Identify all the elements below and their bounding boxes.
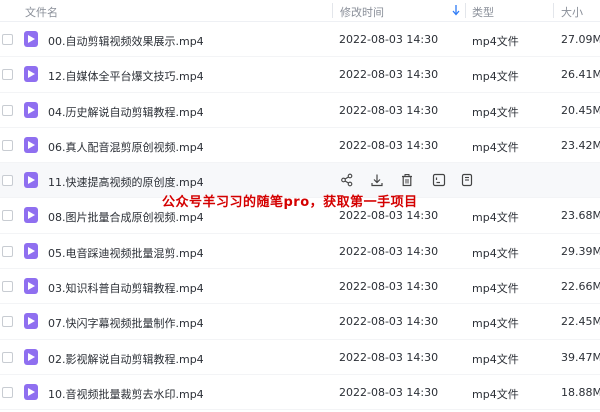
file-type: mp4文件	[472, 211, 519, 225]
file-name[interactable]: 12.自媒体全平台爆文技巧.mp4	[48, 68, 204, 84]
file-name[interactable]: 02.影视解说自动剪辑教程.mp4	[48, 351, 204, 367]
video-file-icon	[24, 278, 38, 295]
file-size: 20.45M	[561, 103, 600, 117]
video-file-icon	[24, 101, 38, 118]
file-modified-time: 2022-08-03 14:30	[339, 385, 439, 399]
file-modified-time: 2022-08-03 14:30	[339, 280, 439, 294]
file-row[interactable]: 05.电音踩迪视频批量混剪.mp4 2022-08-03 14:30 mp4文件 29…	[0, 234, 600, 270]
file-row[interactable]: 03.知识科普自动剪辑教程.mp4 2022-08-03 14:30 mp4文件 22…	[0, 269, 600, 305]
file-size: 29.39M	[561, 244, 600, 258]
video-file-icon	[24, 348, 38, 365]
file-row[interactable]: 06.真人配音混剪原创视频.mp4 2022-08-03 14:30 mp4文件 23…	[0, 128, 600, 164]
file-modified-time: 2022-08-03 14:30	[339, 315, 439, 329]
file-name[interactable]: 00.自动剪辑视频效果展示.mp4	[48, 33, 204, 49]
column-header-name[interactable]: 文件名	[25, 4, 58, 20]
row-checkbox[interactable]	[2, 316, 13, 328]
file-row[interactable]: 02.影视解说自动剪辑教程.mp4 2022-08-03 14:30 mp4文件 39…	[0, 340, 600, 375]
file-modified-time: 2022-08-03 14:30	[339, 33, 439, 46]
video-file-icon	[24, 136, 38, 153]
file-name[interactable]: 04.历史解说自动剪辑教程.mp4	[48, 104, 204, 120]
file-name[interactable]: 11.快速提高视频的原创度.mp4	[48, 174, 204, 190]
file-size: 23.42M	[561, 138, 600, 152]
column-divider	[332, 3, 333, 18]
file-row[interactable]: 04.历史解说自动剪辑教程.mp4 2022-08-03 14:30 mp4文件 20…	[0, 93, 600, 128]
sort-descending-icon[interactable]	[451, 3, 461, 17]
row-checkbox[interactable]	[2, 281, 13, 293]
file-size: 22.66M	[561, 280, 600, 294]
file-name[interactable]: 03.知识科普自动剪辑教程.mp4	[48, 280, 204, 296]
file-size: 22.45M	[561, 315, 600, 329]
column-header-type[interactable]: 类型	[472, 4, 494, 20]
file-size: 23.68M	[561, 209, 600, 223]
file-row[interactable]: 07.快闪字幕视频批量制作.mp4 2022-08-03 14:30 mp4文件 22…	[0, 304, 600, 340]
file-row[interactable]: 12.自媒体全平台爆文技巧.mp4 2022-08-03 14:30 mp4文件 26…	[0, 57, 600, 93]
column-divider	[553, 3, 554, 18]
copy-icon[interactable]	[460, 173, 474, 187]
file-modified-time: 2022-08-03 14:30	[339, 138, 439, 152]
file-modified-time: 2022-08-03 14:30	[339, 68, 439, 82]
file-size: 27.09M	[561, 33, 600, 46]
video-file-icon	[24, 313, 38, 330]
file-type: mp4文件	[472, 246, 519, 260]
watermark-overlay: 公众号羊习习的随笔pro，获取第一手项目	[162, 195, 418, 210]
file-size: 18.88M	[561, 385, 600, 399]
column-header-size[interactable]: 大小	[561, 4, 583, 20]
row-checkbox[interactable]	[2, 34, 13, 45]
file-row[interactable]: 10.音视频批量裁剪去水印.mp4 2022-08-03 14:30 mp4文件 18…	[0, 375, 600, 411]
file-modified-time: 2022-08-03 14:30	[339, 103, 439, 117]
video-file-icon	[24, 172, 38, 189]
row-checkbox[interactable]	[2, 104, 13, 116]
file-size: 26.41M	[561, 68, 600, 82]
file-type: mp4文件	[472, 352, 519, 366]
file-name[interactable]: 06.真人配音混剪原创视频.mp4	[48, 139, 204, 155]
column-header-time[interactable]: 修改时间	[340, 4, 384, 20]
file-size: 39.47M	[561, 350, 600, 364]
file-name[interactable]: 10.音视频批量裁剪去水印.mp4	[48, 386, 204, 402]
row-checkbox[interactable]	[2, 139, 13, 151]
row-checkbox[interactable]	[2, 69, 13, 81]
file-type: mp4文件	[472, 140, 519, 154]
file-list-header: 文件名 修改时间 类型 大小	[0, 0, 600, 22]
row-checkbox[interactable]	[2, 175, 13, 187]
file-type: mp4文件	[472, 105, 519, 119]
row-checkbox[interactable]	[2, 351, 13, 363]
rename-icon[interactable]	[432, 173, 446, 187]
file-name[interactable]: 08.图片批量合成原创视频.mp4	[48, 209, 204, 225]
file-list: 00.自动剪辑视频效果展示.mp4 2022-08-03 14:30 mp4文件 27…	[0, 22, 600, 411]
download-icon[interactable]	[370, 173, 384, 187]
video-file-icon	[24, 242, 38, 259]
file-type: mp4文件	[472, 70, 519, 84]
file-modified-time: 2022-08-03 14:30	[339, 350, 439, 364]
file-name[interactable]: 07.快闪字幕视频批量制作.mp4	[48, 315, 204, 331]
file-type: mp4文件	[472, 387, 519, 401]
file-name[interactable]: 05.电音踩迪视频批量混剪.mp4	[48, 245, 204, 261]
row-checkbox[interactable]	[2, 210, 13, 222]
file-row[interactable]: 00.自动剪辑视频效果展示.mp4 2022-08-03 14:30 mp4文件 27…	[0, 22, 600, 58]
file-type: mp4文件	[472, 317, 519, 331]
video-file-icon	[24, 31, 38, 47]
row-checkbox[interactable]	[2, 245, 13, 257]
file-modified-time: 2022-08-03 14:30	[339, 244, 439, 258]
video-file-icon	[24, 383, 38, 400]
file-modified-time: 2022-08-03 14:30	[339, 209, 439, 223]
file-type: mp4文件	[472, 282, 519, 296]
share-icon[interactable]	[340, 173, 354, 187]
column-divider	[465, 3, 466, 18]
file-type: mp4文件	[472, 35, 519, 48]
delete-icon[interactable]	[400, 173, 414, 187]
video-file-icon	[24, 66, 38, 83]
video-file-icon	[24, 207, 38, 224]
row-checkbox[interactable]	[2, 386, 13, 398]
